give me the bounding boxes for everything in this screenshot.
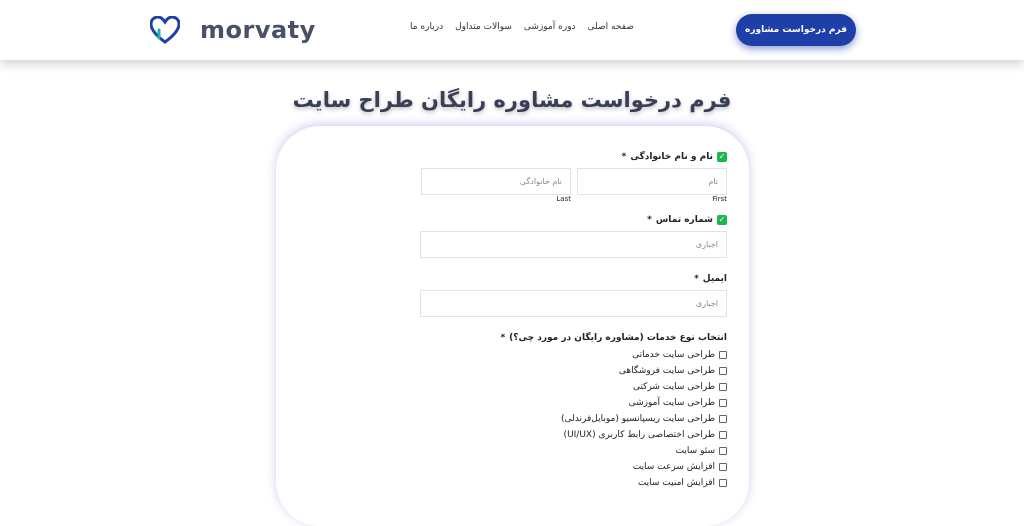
checkbox[interactable] (719, 383, 727, 391)
service-label: افزایش سرعت سایت (632, 462, 715, 472)
service-label: طراحی اختصاصی رابط کاربری (UI/UX) (563, 430, 715, 440)
nav-about[interactable]: درباره ما (404, 22, 449, 32)
last-sublabel: Last (556, 195, 571, 203)
checkbox[interactable] (719, 367, 727, 375)
heart-logo-icon (150, 16, 180, 44)
service-option[interactable]: افزایش امنیت سایت (420, 475, 727, 491)
checkbox[interactable] (719, 463, 727, 471)
required-mark: * (500, 333, 506, 343)
name-label: نام و نام خانوادگی (630, 152, 713, 162)
name-label-row: ✓ نام و نام خانوادگی * (420, 150, 727, 164)
service-option[interactable]: طراحی اختصاصی رابط کاربری (UI/UX) (420, 427, 727, 443)
service-label: طراحی سایت شرکتی (632, 382, 715, 392)
site-header: morvaty صفحه اصلی دوره آموزشی سوالات متد… (0, 0, 1024, 60)
service-label: طراحی سایت آموزشی (628, 398, 715, 408)
services-options: طراحی سایت خدماتی طراحی سایت فروشگاهی طر… (420, 347, 727, 491)
service-label: افزایش امنیت سایت (637, 478, 715, 488)
last-name-input[interactable]: نام خانوادگی (421, 168, 571, 195)
service-option[interactable]: طراحی سایت ریسپانسیو (موبایل‌فرندلی) (420, 411, 727, 427)
service-option[interactable]: طراحی سایت فروشگاهی (420, 363, 727, 379)
service-option[interactable]: طراحی سایت خدماتی (420, 347, 727, 363)
phone-label-row: ✓ شماره تماس * (420, 213, 727, 227)
checkbox[interactable] (719, 399, 727, 407)
page-title: فرم درخواست مشاوره رایگان طراح سایت (292, 88, 732, 112)
checkbox[interactable] (719, 447, 727, 455)
logo[interactable]: morvaty (150, 14, 316, 46)
first-name-input[interactable]: نام (577, 168, 727, 195)
consultation-form: ✓ نام و نام خانوادگی * نام نام خانوادگی … (420, 150, 727, 491)
phone-label: شماره تماس (655, 215, 713, 225)
service-label: طراحی سایت فروشگاهی (618, 366, 715, 376)
check-icon: ✓ (717, 215, 727, 225)
required-mark: * (621, 152, 627, 162)
service-option[interactable]: طراحی سایت آموزشی (420, 395, 727, 411)
service-label: طراحی سایت خدماتی (632, 350, 715, 360)
main-nav: صفحه اصلی دوره آموزشی سوالات متداول دربا… (404, 22, 640, 32)
logo-text: morvaty (200, 16, 316, 44)
check-icon: ✓ (717, 152, 727, 162)
phone-input[interactable]: اجباری (420, 231, 727, 258)
email-input[interactable]: اجباری (420, 290, 727, 317)
service-label: طراحی سایت ریسپانسیو (موبایل‌فرندلی) (561, 414, 715, 424)
email-label-row: ایمیل * (420, 272, 727, 286)
required-mark: * (694, 274, 699, 284)
checkbox[interactable] (719, 415, 727, 423)
service-option[interactable]: طراحی سایت شرکتی (420, 379, 727, 395)
service-option[interactable]: افزایش سرعت سایت (420, 459, 727, 475)
checkbox[interactable] (719, 351, 727, 359)
nav-courses[interactable]: دوره آموزشی (518, 22, 582, 32)
services-label-row: انتخاب نوع خدمات (مشاوره رایگان در مورد … (420, 331, 727, 345)
email-label: ایمیل (702, 274, 727, 284)
nav-home[interactable]: صفحه اصلی (582, 22, 640, 32)
required-mark: * (647, 215, 652, 225)
services-label: انتخاب نوع خدمات (مشاوره رایگان در مورد … (509, 333, 727, 343)
first-sublabel: First (712, 195, 727, 203)
service-option[interactable]: سئو سایت (420, 443, 727, 459)
name-inputs: نام نام خانوادگی (420, 168, 727, 195)
checkbox[interactable] (719, 431, 727, 439)
name-sublabels: Last First (420, 195, 727, 203)
nav-faq[interactable]: سوالات متداول (449, 22, 518, 32)
service-label: سئو سایت (675, 446, 715, 456)
consultation-form-button[interactable]: فرم درخواست مشاوره (736, 14, 856, 46)
